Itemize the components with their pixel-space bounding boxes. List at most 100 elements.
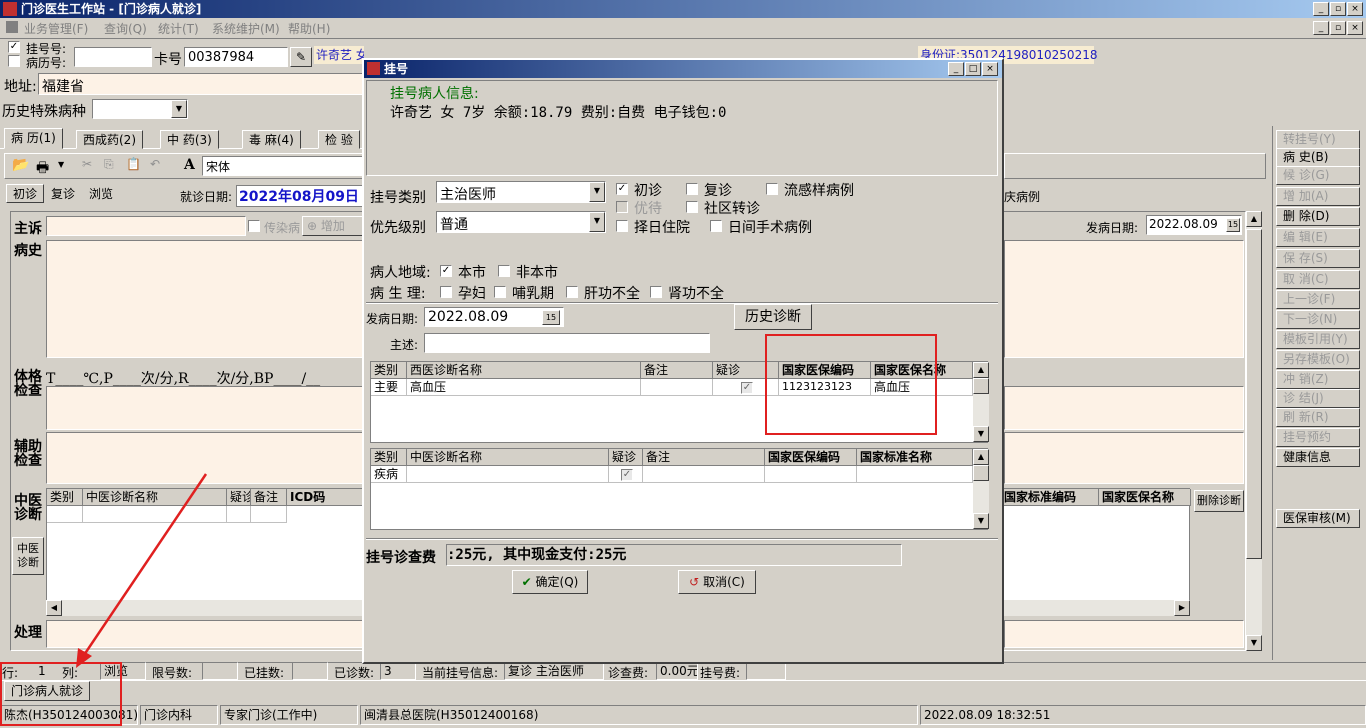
wm-cell-name[interactable]: 高血压: [407, 379, 641, 396]
tab-lab[interactable]: 检 验: [318, 130, 360, 149]
undo-icon[interactable]: ↶: [150, 157, 160, 171]
tcm-vscroll[interactable]: ▲ ▼: [973, 449, 989, 529]
tab-narcotic[interactable]: 毒 麻(4): [242, 130, 301, 149]
menu-business[interactable]: 业务管理(F): [24, 20, 88, 37]
tcm-cell[interactable]: [251, 506, 287, 523]
delete-button[interactable]: 删 除(D): [1276, 207, 1360, 226]
chevron-down-icon[interactable]: ▼: [171, 100, 187, 118]
record-vscroll[interactable]: ▲ ▼: [1246, 211, 1262, 651]
prev-visit-button[interactable]: 上一诊(F): [1276, 290, 1360, 309]
tab-western[interactable]: 西成药(2): [76, 130, 143, 149]
tcm-col-note[interactable]: 备注: [643, 449, 765, 466]
scroll-down-icon[interactable]: ▼: [973, 426, 989, 442]
add-button[interactable]: ⊕ 增加: [302, 216, 364, 236]
save-template-button[interactable]: 另存模板(O): [1276, 350, 1360, 369]
tcm-col-name[interactable]: 中医诊断名称: [407, 449, 609, 466]
tcm-col-suspect[interactable]: 疑诊: [609, 449, 643, 466]
restore-icon[interactable]: ▫: [1330, 2, 1346, 16]
tcm-diagnosis-grid[interactable]: 类别 中医诊断名称 疑诊 备注 国家医保编码 国家标准名称 疾病 ✓ ▲ ▼: [370, 448, 989, 530]
edit-button[interactable]: 编 辑(E): [1276, 228, 1360, 247]
add-button[interactable]: 增 加(A): [1276, 187, 1360, 206]
record-no-checkbox[interactable]: [8, 55, 20, 67]
tcm-cell-std-name[interactable]: [857, 466, 973, 483]
community-checkbox[interactable]: [686, 201, 698, 213]
first-visit-checkbox[interactable]: ✓: [616, 183, 628, 195]
scroll-thumb[interactable]: [973, 378, 989, 394]
ok-button[interactable]: ✔ 确定(Q): [512, 570, 588, 594]
scroll-down-icon[interactable]: ▼: [1246, 635, 1262, 651]
font-icon[interactable]: A: [184, 157, 195, 173]
menu-query[interactable]: 查询(Q): [104, 20, 147, 37]
scroll-up-icon[interactable]: ▲: [973, 449, 989, 465]
card-input[interactable]: 00387984: [184, 47, 288, 67]
tab-browse[interactable]: 浏览: [82, 184, 121, 203]
wm-vscroll[interactable]: ▲ ▼: [973, 362, 989, 442]
tcm-cell-name[interactable]: [407, 466, 609, 483]
history-button[interactable]: 病 史(B): [1276, 148, 1360, 167]
tcm-cell-suspect[interactable]: ✓: [609, 466, 643, 483]
right-col-std-code[interactable]: 国家标准编码: [1001, 489, 1099, 506]
waiting-button[interactable]: 候 诊(G): [1276, 166, 1360, 185]
dialog-maximize-icon[interactable]: □: [965, 62, 981, 76]
dialog-complaint-input[interactable]: [424, 333, 710, 353]
address-input[interactable]: 福建省: [38, 73, 364, 95]
calendar-icon[interactable]: 15: [1226, 218, 1240, 232]
template-use-button[interactable]: 模板引用(Y): [1276, 330, 1360, 349]
dialog-minimize-icon[interactable]: _: [948, 62, 964, 76]
tcm-col-ins-code[interactable]: 国家医保编码: [765, 449, 857, 466]
kidney-checkbox[interactable]: [650, 286, 662, 298]
local-checkbox[interactable]: ✓: [440, 265, 452, 277]
mdi-minimize-icon[interactable]: _: [1313, 21, 1329, 35]
tcm-col-note[interactable]: 备注: [251, 489, 287, 506]
scroll-thumb[interactable]: [973, 465, 989, 481]
tab-record[interactable]: 病 历(1): [4, 128, 63, 149]
tcm-col-suspect[interactable]: 疑诊: [227, 489, 251, 506]
history-diagnosis-button[interactable]: 历史诊断: [734, 304, 812, 330]
tcm-cell[interactable]: [227, 506, 251, 523]
menu-maintenance[interactable]: 系统维护(M): [212, 20, 280, 37]
tab-first-visit[interactable]: 初诊: [6, 184, 45, 203]
tcm-diagnosis-button[interactable]: 中医诊断: [12, 537, 44, 575]
health-info-button[interactable]: 健康信息: [1276, 448, 1360, 467]
right-history-area[interactable]: [1004, 240, 1244, 358]
priority-select[interactable]: 普通 ▼: [436, 211, 606, 233]
right-col-ins-name[interactable]: 国家医保名称: [1099, 489, 1191, 506]
open-icon[interactable]: 📂: [12, 157, 29, 173]
minimize-icon[interactable]: _: [1313, 2, 1329, 16]
scroll-up-icon[interactable]: ▲: [1246, 211, 1262, 227]
right-aux-area[interactable]: [1004, 432, 1244, 484]
cancel-button[interactable]: 取 消(C): [1276, 270, 1360, 289]
pregnant-checkbox[interactable]: [440, 286, 452, 298]
delete-diagnosis-button[interactable]: 删除诊断: [1194, 490, 1244, 512]
wm-col-category[interactable]: 类别: [371, 362, 407, 379]
mdi-restore-icon[interactable]: ▫: [1330, 21, 1346, 35]
wm-col-note[interactable]: 备注: [641, 362, 713, 379]
next-visit-button[interactable]: 下一诊(N): [1276, 310, 1360, 329]
chevron-down-icon[interactable]: ▼: [589, 212, 605, 232]
cancel-button[interactable]: ↺ 取消(C): [678, 570, 756, 594]
print-icon[interactable]: 🖶: [36, 157, 49, 181]
exam-textarea[interactable]: [46, 386, 364, 430]
right-treatment-area[interactable]: [1004, 620, 1244, 648]
reg-type-select[interactable]: 主治医师 ▼: [436, 181, 606, 203]
menu-stats[interactable]: 统计(T): [158, 20, 199, 37]
dropdown-icon[interactable]: ▼: [58, 160, 64, 169]
chevron-down-icon[interactable]: ▼: [589, 182, 605, 202]
preferred-checkbox[interactable]: [616, 201, 628, 213]
right-exam-area[interactable]: [1004, 386, 1244, 430]
scroll-thumb[interactable]: [1246, 229, 1262, 559]
insurance-review-button[interactable]: 医保审核(M): [1276, 509, 1360, 528]
right-diagnosis-grid[interactable]: 国家标准编码 国家医保名称: [1000, 488, 1191, 616]
vitals-text[interactable]: T____℃,P____次/分,R____次/分,BP____/__: [46, 368, 320, 388]
tcm-cell-note[interactable]: [643, 466, 765, 483]
copy-icon[interactable]: ⎘: [104, 157, 114, 172]
flu-checkbox[interactable]: [766, 183, 778, 195]
record-no-input[interactable]: [74, 47, 152, 67]
wm-cell-category[interactable]: 主要: [371, 379, 407, 396]
mdi-close-icon[interactable]: ×: [1347, 21, 1363, 35]
hospital-checkbox[interactable]: [616, 220, 628, 232]
right-hscroll[interactable]: ▶: [1000, 600, 1190, 616]
reverse-button[interactable]: 冲 销(Z): [1276, 370, 1360, 389]
tcm-col-icd[interactable]: ICD码: [287, 489, 365, 506]
refresh-button[interactable]: 刷 新(R): [1276, 408, 1360, 427]
